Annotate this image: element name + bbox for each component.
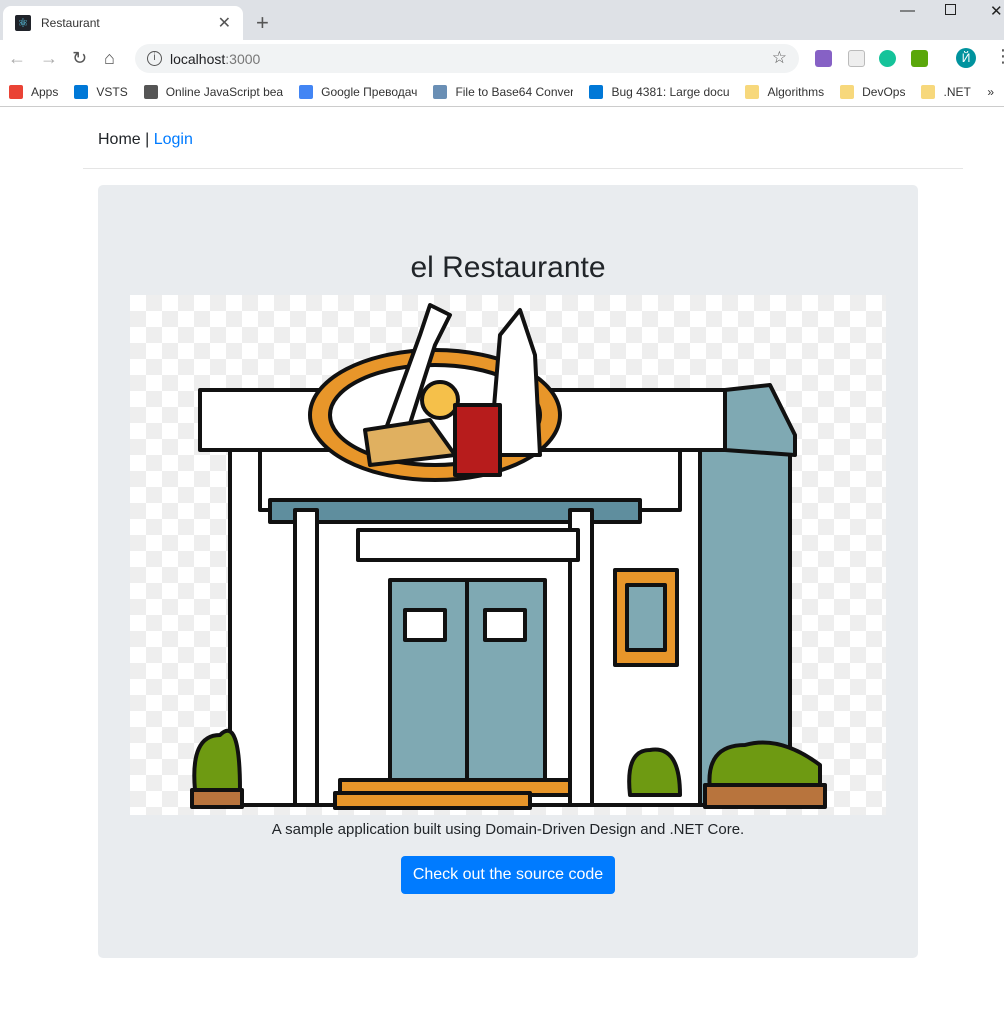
maximize-icon[interactable] [945, 4, 956, 15]
profile-avatar[interactable]: Й [956, 48, 976, 68]
restaurant-illustration [130, 295, 886, 815]
react-icon: ⚛ [15, 15, 31, 31]
page-title: el Restaurante [410, 251, 606, 284]
forward-icon[interactable]: → [40, 48, 58, 69]
bookmark-label: Google Преводач [321, 85, 418, 99]
bookmark-label: VSTS [96, 85, 128, 99]
jumbotron: el Restaurante A sample application buil… [98, 185, 918, 958]
login-link[interactable]: Login [154, 131, 193, 148]
bookmark-item[interactable]: .NET [921, 85, 971, 99]
bookmark-icon [74, 85, 89, 99]
tab-title: Restaurant [41, 16, 100, 30]
menu-icon[interactable]: ⋮ [994, 46, 1004, 67]
close-window-icon[interactable]: ✕ [990, 2, 1003, 20]
source-code-button[interactable]: Check out the source code [401, 856, 615, 894]
bookmark-icon [299, 85, 314, 99]
close-tab-icon[interactable]: ✕ [218, 13, 231, 33]
more-bookmarks-button[interactable]: » [987, 85, 994, 99]
bookmark-item[interactable]: Online JavaScript bea [143, 85, 284, 99]
info-icon[interactable]: i [147, 51, 162, 66]
bookmark-icon [840, 85, 855, 99]
bookmark-item[interactable]: Google Преводач [299, 85, 417, 99]
bookmark-label: Bug 4381: Large docu [611, 85, 730, 99]
home-link[interactable]: Home [98, 131, 141, 148]
page-nav: Home | Login [98, 131, 193, 149]
bookmark-label: Apps [31, 85, 59, 99]
toolbar: ← → ↻ ⌂ i localhost:3000 ☆ Й ⋮ [0, 40, 1004, 78]
bookmark-label: .NET [943, 85, 971, 99]
tab-restaurant[interactable]: ⚛ Restaurant ✕ [3, 6, 243, 40]
nav-separator: | [140, 131, 154, 148]
bookmark-label: File to Base64 Conver [455, 85, 574, 99]
home-icon[interactable]: ⌂ [104, 48, 115, 69]
bookmark-icon [921, 85, 936, 99]
bookmark-icon [433, 85, 448, 99]
bookmarks-bar: Apps VSTS Online JavaScript bea Google Прев… [0, 78, 1004, 107]
bookmark-label: Online JavaScript bea [165, 85, 284, 99]
new-tab-button[interactable]: + [256, 10, 269, 36]
caption: A sample application built using Domain-… [271, 821, 745, 838]
cors-extension-icon[interactable] [911, 50, 928, 67]
grammarly-extension-icon[interactable] [879, 50, 896, 67]
bookmark-star-icon[interactable]: ☆ [772, 48, 787, 68]
visual-studio-extension-icon[interactable] [815, 50, 832, 67]
minimize-icon[interactable]: — [900, 2, 915, 19]
bookmark-item[interactable]: File to Base64 Conver [433, 85, 573, 99]
bookmark-icon [589, 85, 604, 99]
bookmark-label: DevOps [862, 85, 906, 99]
bookmark-label: Algorithms [767, 85, 825, 99]
divider [83, 168, 963, 169]
tab-bar: ⚛ Restaurant ✕ + — ✕ [0, 0, 1004, 40]
bookmark-icon [9, 85, 23, 99]
address-bar[interactable]: i localhost:3000 ☆ [135, 44, 799, 73]
bookmark-item[interactable]: Bug 4381: Large docu [589, 85, 729, 99]
back-icon[interactable]: ← [8, 48, 26, 69]
reload-icon[interactable]: ↻ [72, 48, 87, 69]
url-host: localhost [170, 50, 226, 67]
bookmark-item[interactable]: Apps [9, 85, 58, 99]
bookmark-item[interactable]: DevOps [840, 85, 905, 99]
bookmark-icon [143, 85, 158, 99]
notes-extension-icon[interactable] [848, 50, 865, 67]
bookmark-item[interactable]: Algorithms [745, 85, 824, 99]
url-port: :3000 [225, 50, 261, 67]
bookmark-icon [745, 85, 760, 99]
bookmark-item[interactable]: VSTS [74, 85, 128, 99]
